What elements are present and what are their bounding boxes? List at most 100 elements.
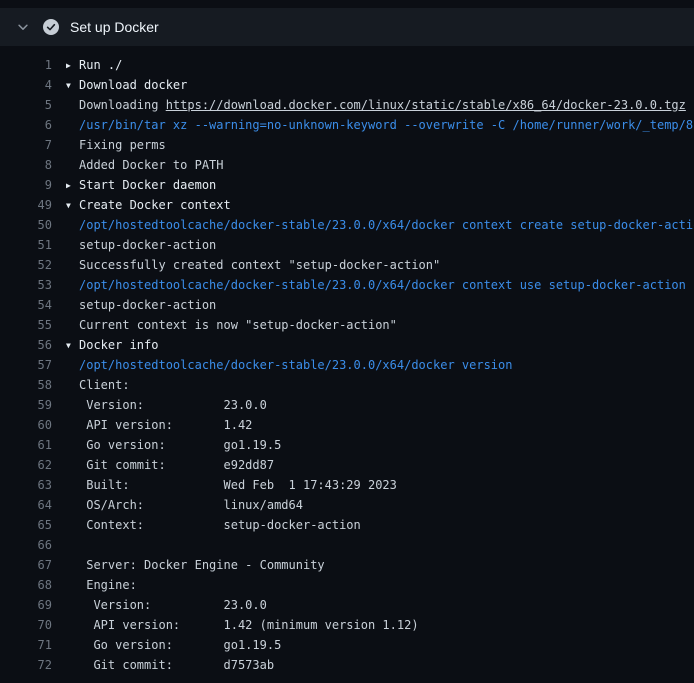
log-group-header[interactable]: ▼Docker info (66, 335, 694, 355)
log-text: Successfully created context "setup-dock… (66, 255, 694, 275)
group-title: Run ./ (79, 58, 122, 72)
log-text: Go version: go1.19.5 (66, 435, 694, 455)
line-number[interactable]: 1 (0, 55, 52, 75)
line-number[interactable]: 51 (0, 235, 52, 255)
group-title: Create Docker context (79, 198, 231, 212)
line-number[interactable]: 61 (0, 435, 52, 455)
line-number[interactable]: 70 (0, 615, 52, 635)
log-text: Client: (66, 375, 694, 395)
log-line: 58 Client: (0, 375, 694, 395)
log-line: 65 Context: setup-docker-action (0, 515, 694, 535)
line-number[interactable]: 63 (0, 475, 52, 495)
log-text (66, 535, 694, 555)
log-line: 4 ▼Download docker (0, 75, 694, 95)
line-number[interactable]: 59 (0, 395, 52, 415)
log-group-header[interactable]: ▶Start Docker daemon (66, 175, 694, 195)
log-text: Downloading (79, 98, 166, 112)
log-text: Downloading https://download.docker.com/… (66, 95, 694, 115)
log-line: 49 ▼Create Docker context (0, 195, 694, 215)
log-group-header[interactable]: ▼Download docker (66, 75, 694, 95)
group-title: Start Docker daemon (79, 178, 216, 192)
line-number[interactable]: 71 (0, 635, 52, 655)
log-line: 67 Server: Docker Engine - Community (0, 555, 694, 575)
line-number[interactable]: 64 (0, 495, 52, 515)
log-lines: 1▶Run ./4▼Download docker5Downloading ht… (0, 55, 694, 675)
log-line: 69 Version: 23.0.0 (0, 595, 694, 615)
line-number[interactable]: 52 (0, 255, 52, 275)
line-number[interactable]: 69 (0, 595, 52, 615)
step-title: Set up Docker (70, 19, 159, 35)
log-line: 8 Added Docker to PATH (0, 155, 694, 175)
line-number[interactable]: 4 (0, 75, 52, 95)
triangle-right-icon: ▶ (66, 176, 79, 195)
log-command-text: /opt/hostedtoolcache/docker-stable/23.0.… (66, 355, 694, 375)
log-text: Fixing perms (66, 135, 694, 155)
log-command-text: /usr/bin/tar xz --warning=no-unknown-key… (66, 115, 694, 135)
line-number[interactable]: 5 (0, 95, 52, 115)
line-number[interactable]: 49 (0, 195, 52, 215)
log-text: Added Docker to PATH (66, 155, 694, 175)
log-text: Git commit: d7573ab (66, 655, 694, 675)
log-line: 61 Go version: go1.19.5 (0, 435, 694, 455)
log-line: 64 OS/Arch: linux/amd64 (0, 495, 694, 515)
triangle-right-icon: ▶ (66, 56, 79, 75)
log-line: 50/opt/hostedtoolcache/docker-stable/23.… (0, 215, 694, 235)
log-command-text: /opt/hostedtoolcache/docker-stable/23.0.… (66, 275, 694, 295)
step-header[interactable]: Set up Docker (0, 8, 694, 46)
log-text: API version: 1.42 (minimum version 1.12) (66, 615, 694, 635)
line-number[interactable]: 60 (0, 415, 52, 435)
log-text: setup-docker-action (66, 295, 694, 315)
log-group-header[interactable]: ▶Run ./ (66, 55, 694, 75)
log-line: 1 ▶Run ./ (0, 55, 694, 75)
line-number[interactable]: 66 (0, 535, 52, 555)
line-number[interactable]: 9 (0, 175, 52, 195)
log-text: Go version: go1.19.5 (66, 635, 694, 655)
log-text: Engine: (66, 575, 694, 595)
log-line: 60 API version: 1.42 (0, 415, 694, 435)
log-line: 5 Downloading https://download.docker.com… (0, 95, 694, 115)
log-line: 72 Git commit: d7573ab (0, 655, 694, 675)
line-number[interactable]: 72 (0, 655, 52, 675)
step-log: 1▶Run ./4▼Download docker5Downloading ht… (0, 46, 694, 675)
log-group-header[interactable]: ▼Create Docker context (66, 195, 694, 215)
line-number[interactable]: 57 (0, 355, 52, 375)
log-line: 54 setup-docker-action (0, 295, 694, 315)
triangle-down-icon: ▼ (66, 76, 79, 95)
log-text: Git commit: e92dd87 (66, 455, 694, 475)
log-text: Built: Wed Feb 1 17:43:29 2023 (66, 475, 694, 495)
line-number[interactable]: 55 (0, 315, 52, 335)
log-text: setup-docker-action (66, 235, 694, 255)
log-line: 55 Current context is now "setup-docker-a… (0, 315, 694, 335)
line-number[interactable]: 68 (0, 575, 52, 595)
log-text: API version: 1.42 (66, 415, 694, 435)
log-url-link[interactable]: https://download.docker.com/linux/static… (166, 98, 686, 112)
line-number[interactable]: 6 (0, 115, 52, 135)
line-number[interactable]: 67 (0, 555, 52, 575)
line-number[interactable]: 62 (0, 455, 52, 475)
log-text: Version: 23.0.0 (66, 395, 694, 415)
log-line: 7 Fixing perms (0, 135, 694, 155)
log-line: 6/usr/bin/tar xz --warning=no-unknown-ke… (0, 115, 694, 135)
log-line: 70 API version: 1.42 (minimum version 1.… (0, 615, 694, 635)
line-number[interactable]: 7 (0, 135, 52, 155)
log-command-text: /opt/hostedtoolcache/docker-stable/23.0.… (66, 215, 694, 235)
chevron-down-icon[interactable] (16, 20, 30, 34)
log-line: 62 Git commit: e92dd87 (0, 455, 694, 475)
log-line: 51 setup-docker-action (0, 235, 694, 255)
line-number[interactable]: 65 (0, 515, 52, 535)
line-number[interactable]: 8 (0, 155, 52, 175)
check-circle-icon (43, 19, 59, 35)
log-line: 68 Engine: (0, 575, 694, 595)
line-number[interactable]: 56 (0, 335, 52, 355)
line-number[interactable]: 54 (0, 295, 52, 315)
log-text: Current context is now "setup-docker-act… (66, 315, 694, 335)
log-line: 63 Built: Wed Feb 1 17:43:29 2023 (0, 475, 694, 495)
line-number[interactable]: 50 (0, 215, 52, 235)
log-line: 53/opt/hostedtoolcache/docker-stable/23.… (0, 275, 694, 295)
triangle-down-icon: ▼ (66, 336, 79, 355)
line-number[interactable]: 58 (0, 375, 52, 395)
line-number[interactable]: 53 (0, 275, 52, 295)
group-title: Docker info (79, 338, 158, 352)
log-text: Server: Docker Engine - Community (66, 555, 694, 575)
log-text: Context: setup-docker-action (66, 515, 694, 535)
